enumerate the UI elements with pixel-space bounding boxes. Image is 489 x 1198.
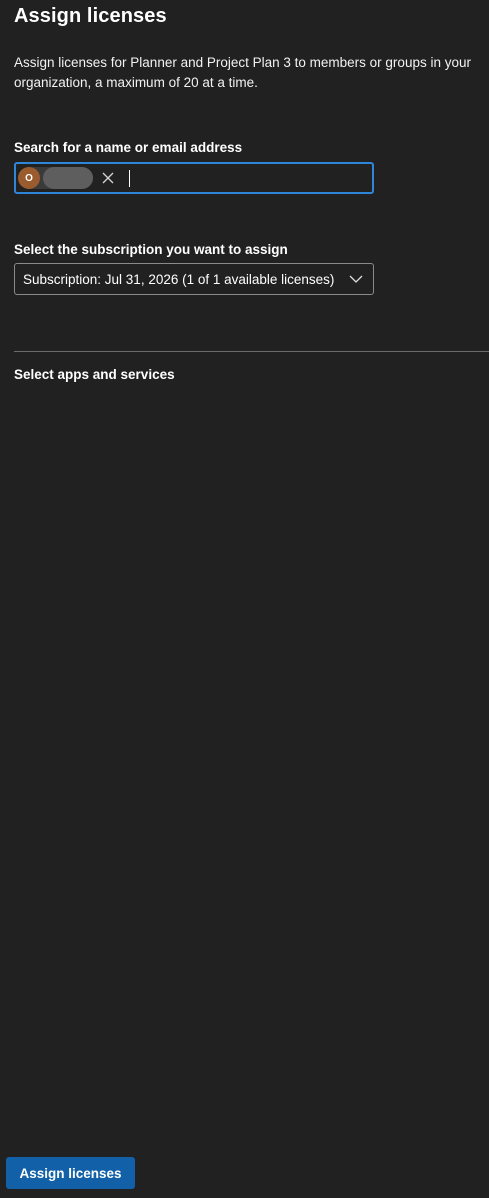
search-label: Search for a name or email address	[14, 140, 243, 155]
section-divider	[14, 351, 489, 352]
redacted-person-name	[43, 167, 93, 189]
people-picker-input[interactable]: O	[14, 162, 374, 194]
selected-person-chip[interactable]: O	[18, 167, 93, 189]
subscription-dropdown[interactable]: Subscription: Jul 31, 2026 (1 of 1 avail…	[14, 263, 374, 295]
apps-services-heading: Select apps and services	[14, 367, 175, 382]
text-cursor	[129, 169, 130, 187]
avatar: O	[18, 167, 40, 189]
chevron-down-icon	[347, 270, 365, 288]
panel-title: Assign licenses	[14, 5, 167, 27]
close-icon	[102, 172, 114, 184]
subscription-label: Select the subscription you want to assi…	[14, 242, 288, 257]
remove-person-button[interactable]	[97, 167, 119, 189]
panel-description: Assign licenses for Planner and Project …	[14, 55, 471, 90]
assign-licenses-button[interactable]: Assign licenses	[6, 1157, 135, 1189]
subscription-selected-value: Subscription: Jul 31, 2026 (1 of 1 avail…	[23, 271, 335, 287]
